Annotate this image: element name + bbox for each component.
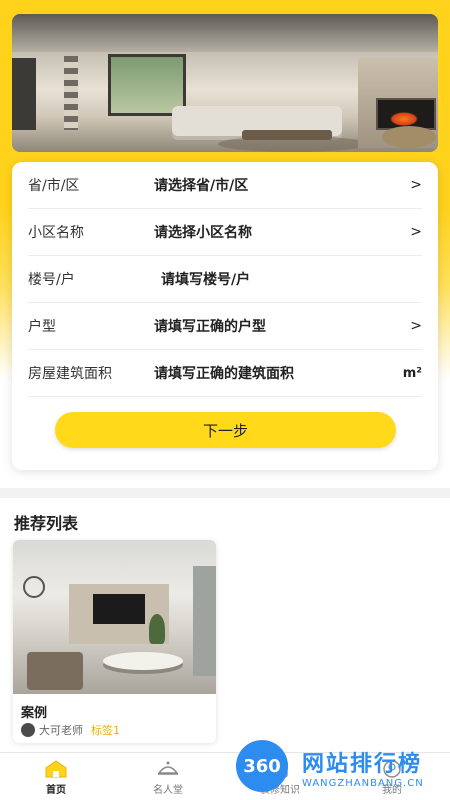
recommend-card-image[interactable] <box>13 540 216 694</box>
area-label: 房屋建筑面积 <box>28 366 112 382</box>
area-input[interactable]: 请填写正确的建筑面积 <box>154 363 398 383</box>
profile-icon <box>383 760 401 778</box>
chevron-right-icon: > <box>410 318 422 334</box>
region-label: 省/市/区 <box>28 178 80 194</box>
banner-image[interactable] <box>12 14 438 152</box>
form-row-layout[interactable]: 户型 请填写正确的户型 > <box>28 303 422 350</box>
tab-profile-label: 我的 <box>382 785 402 796</box>
next-step-button[interactable]: 下一步 <box>55 412 396 448</box>
home-icon <box>45 760 67 778</box>
recommend-card-meta: 大可老师 标签1 <box>21 722 120 738</box>
tab-home[interactable]: 首页 <box>16 757 96 799</box>
tab-profile[interactable]: 我的 <box>352 757 432 799</box>
knowledge-icon <box>272 760 288 778</box>
avatar <box>21 723 35 737</box>
tab-knowledge[interactable]: 装修知识 <box>240 757 320 799</box>
recommend-card[interactable]: 案例 大可老师 标签1 <box>13 540 216 743</box>
tab-home-label: 首页 <box>46 785 66 796</box>
form-row-area[interactable]: 房屋建筑面积 请填写正确的建筑面积 m² <box>28 350 422 397</box>
form-row-building[interactable]: 楼号/户 请填写楼号/户 <box>28 256 422 303</box>
community-label: 小区名称 <box>28 225 84 241</box>
form-row-community[interactable]: 小区名称 请选择小区名称 > <box>28 209 422 256</box>
building-input[interactable]: 请填写楼号/户 <box>154 269 422 289</box>
building-label: 楼号/户 <box>28 272 75 288</box>
tab-hall-of-fame[interactable]: 名人堂 <box>128 757 208 799</box>
layout-select[interactable]: 请填写正确的户型 <box>154 316 406 336</box>
tab-hall-of-fame-label: 名人堂 <box>153 785 183 796</box>
bottom-tab-bar: 首页 名人堂 装修知识 我的 <box>0 752 450 800</box>
chevron-right-icon: > <box>410 224 422 240</box>
section-divider <box>0 488 450 498</box>
chevron-right-icon: > <box>410 177 422 193</box>
tag-badge: 标签1 <box>91 724 120 737</box>
author-name: 大可老师 <box>39 724 83 737</box>
recommend-card-title: 案例 <box>21 706 48 721</box>
region-select[interactable]: 请选择省/市/区 <box>154 175 406 195</box>
hall-of-fame-icon <box>157 761 179 775</box>
tab-knowledge-label: 装修知识 <box>260 785 300 796</box>
community-select[interactable]: 请选择小区名称 <box>154 222 406 242</box>
form-row-region[interactable]: 省/市/区 请选择省/市/区 > <box>28 162 422 209</box>
quote-form-card: 省/市/区 请选择省/市/区 > 小区名称 请选择小区名称 > 楼号/户 请填写… <box>12 162 438 470</box>
layout-label: 户型 <box>28 319 56 335</box>
area-unit: m² <box>402 365 422 381</box>
recommend-title: 推荐列表 <box>14 514 79 533</box>
